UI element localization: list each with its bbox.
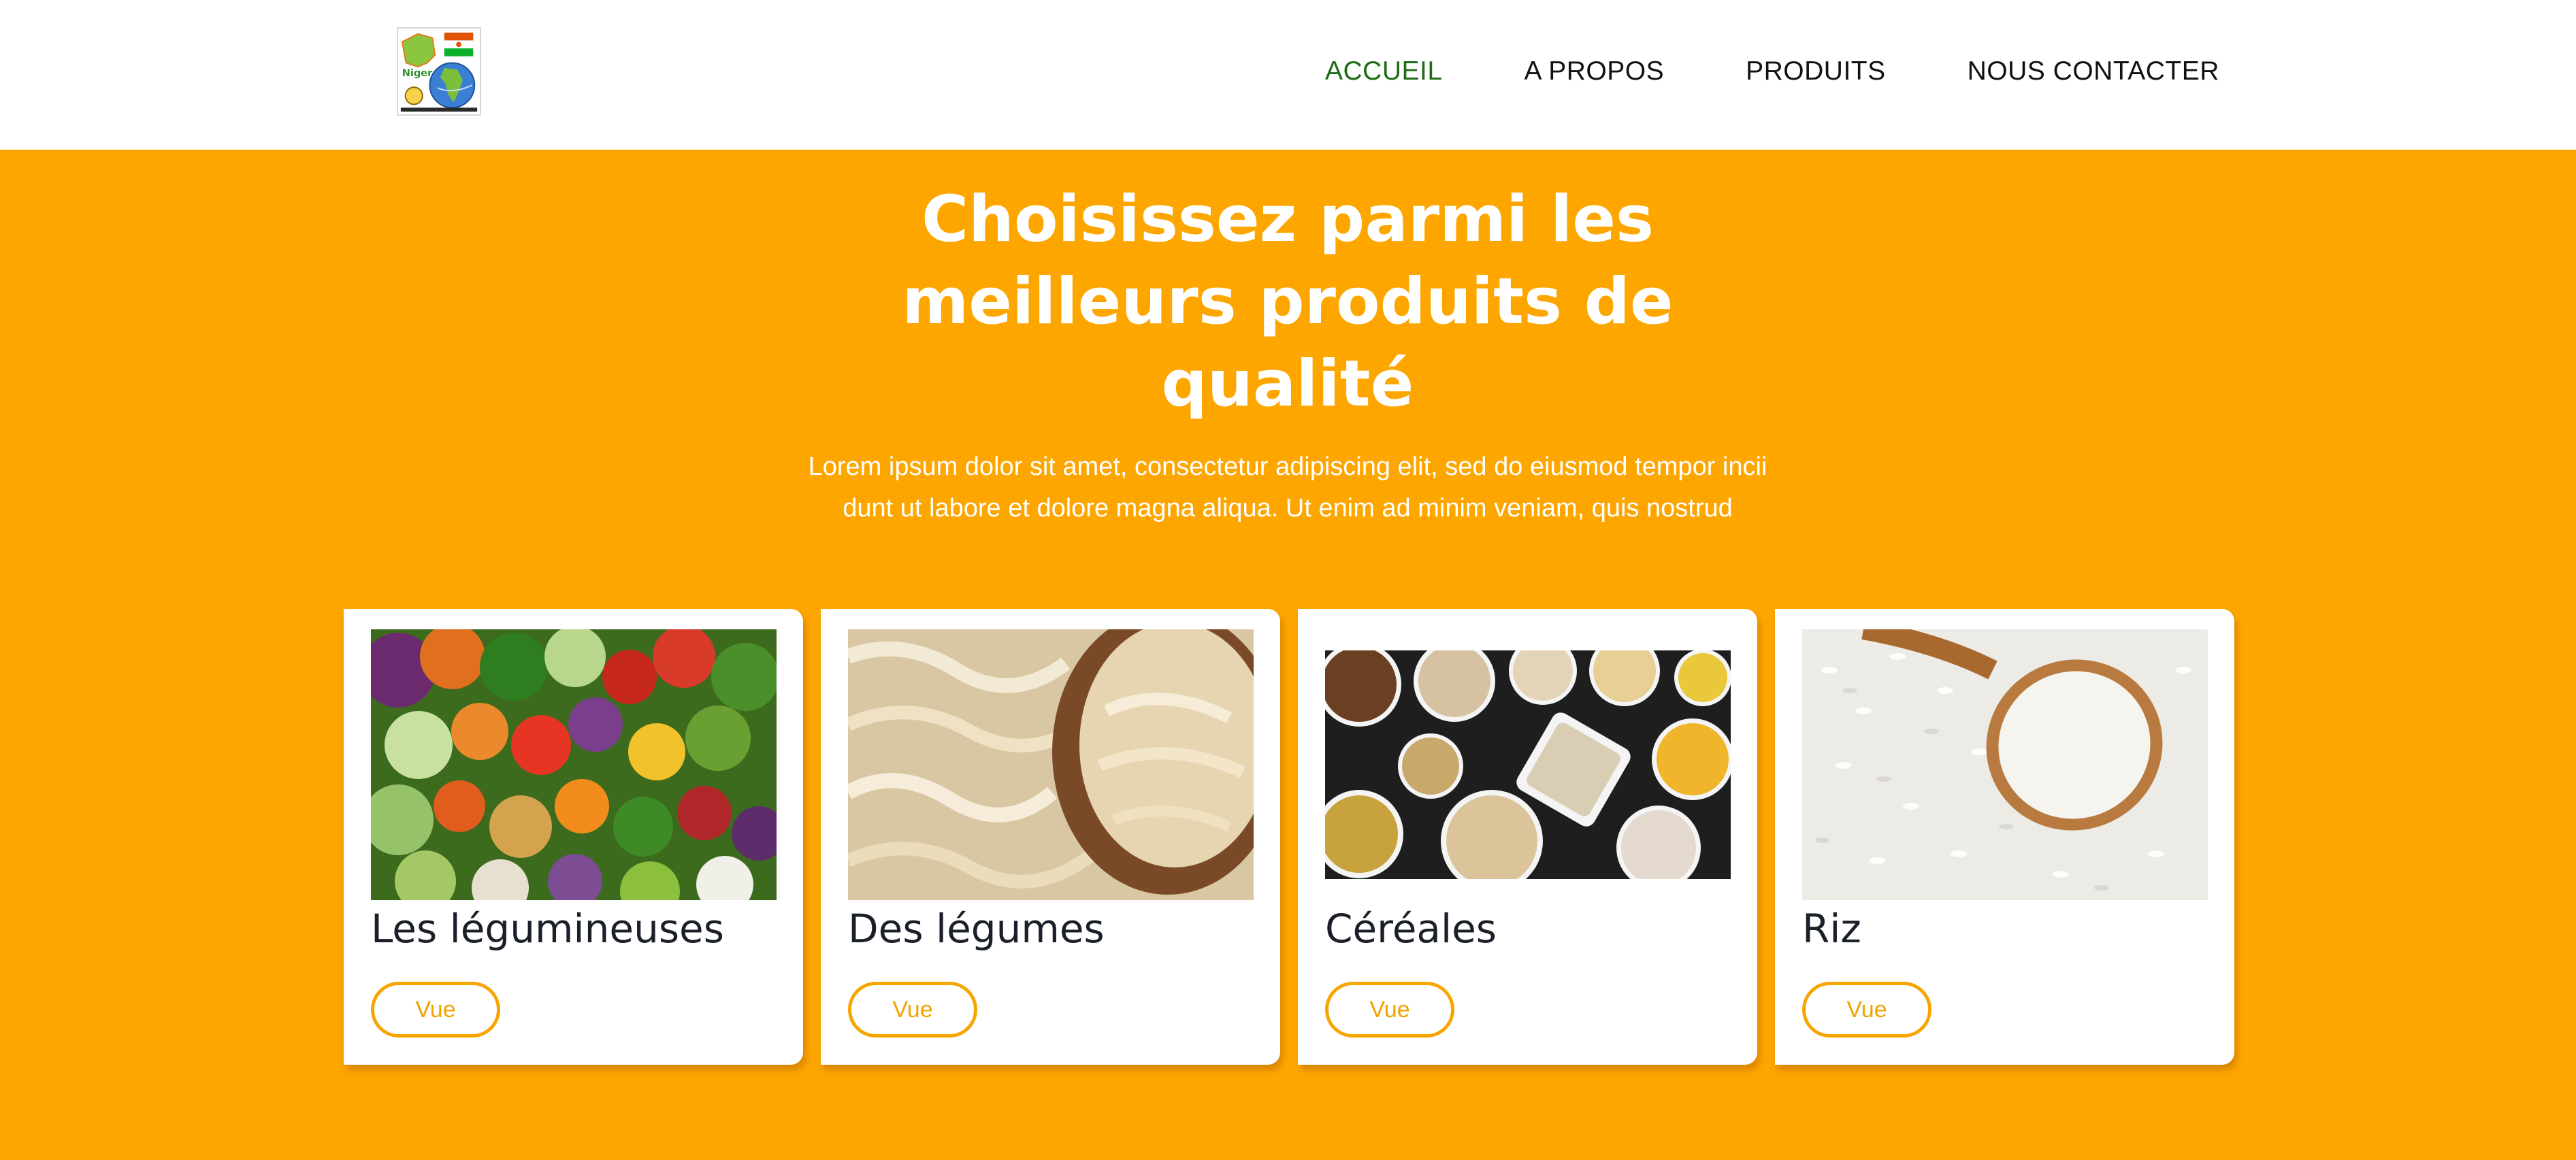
card-title: Riz <box>1802 906 1861 952</box>
nav-link-a-propos[interactable]: A PROPOS <box>1525 54 1665 88</box>
nav-link-produits[interactable]: PRODUITS <box>1746 54 1886 88</box>
card-title: Céréales <box>1325 906 1497 952</box>
main-nav: ACCUEIL A PROPOS PRODUITS NOUS CONTACTER <box>1325 54 2219 88</box>
card-title: Des légumes <box>848 906 1105 952</box>
card-title: Les légumineuses <box>371 906 724 952</box>
hero-description: Lorem ipsum dolor sit amet, consectetur … <box>743 446 1832 529</box>
rice-spoon-photo <box>1802 629 2208 900</box>
svg-text:Niger: Niger <box>402 68 433 79</box>
hero-title-line: qualité <box>1161 347 1414 421</box>
niger-globe-logo-icon: Niger <box>398 29 480 114</box>
hero-title: Choisissez parmi les meilleurs produits … <box>879 178 1696 425</box>
product-card-cereales: Céréales Vue <box>1298 609 1757 1065</box>
nav-link-nous-contacter[interactable]: NOUS CONTACTER <box>1968 54 2219 88</box>
hero-title-line: meilleurs produits de <box>902 265 1674 339</box>
site-header: Niger ACCUEIL A PROPOS PRODUITS NOUS CON… <box>0 0 2576 150</box>
nav-link-accueil[interactable]: ACCUEIL <box>1325 54 1443 88</box>
view-button[interactable]: Vue <box>371 982 500 1038</box>
hero-description-line: Lorem ipsum dolor sit amet, consectetur … <box>808 452 1767 481</box>
product-card-riz: Riz Vue <box>1775 609 2234 1065</box>
view-button[interactable]: Vue <box>1325 982 1454 1038</box>
hero-description-line: dunt ut labore et dolore magna aliqua. U… <box>843 494 1733 523</box>
dried-cabbage-photo <box>848 629 1254 900</box>
site-logo[interactable]: Niger <box>397 27 481 116</box>
cereal-bowls-photo <box>1325 650 1731 879</box>
hero-title-line: Choisissez parmi les <box>922 182 1654 256</box>
product-card-legumes: Des légumes Vue <box>821 609 1280 1065</box>
vegetables-photo <box>371 629 777 900</box>
view-button[interactable]: Vue <box>1802 982 1931 1038</box>
product-card-legumineuses: Les légumineuses Vue <box>344 609 803 1065</box>
view-button[interactable]: Vue <box>848 982 977 1038</box>
